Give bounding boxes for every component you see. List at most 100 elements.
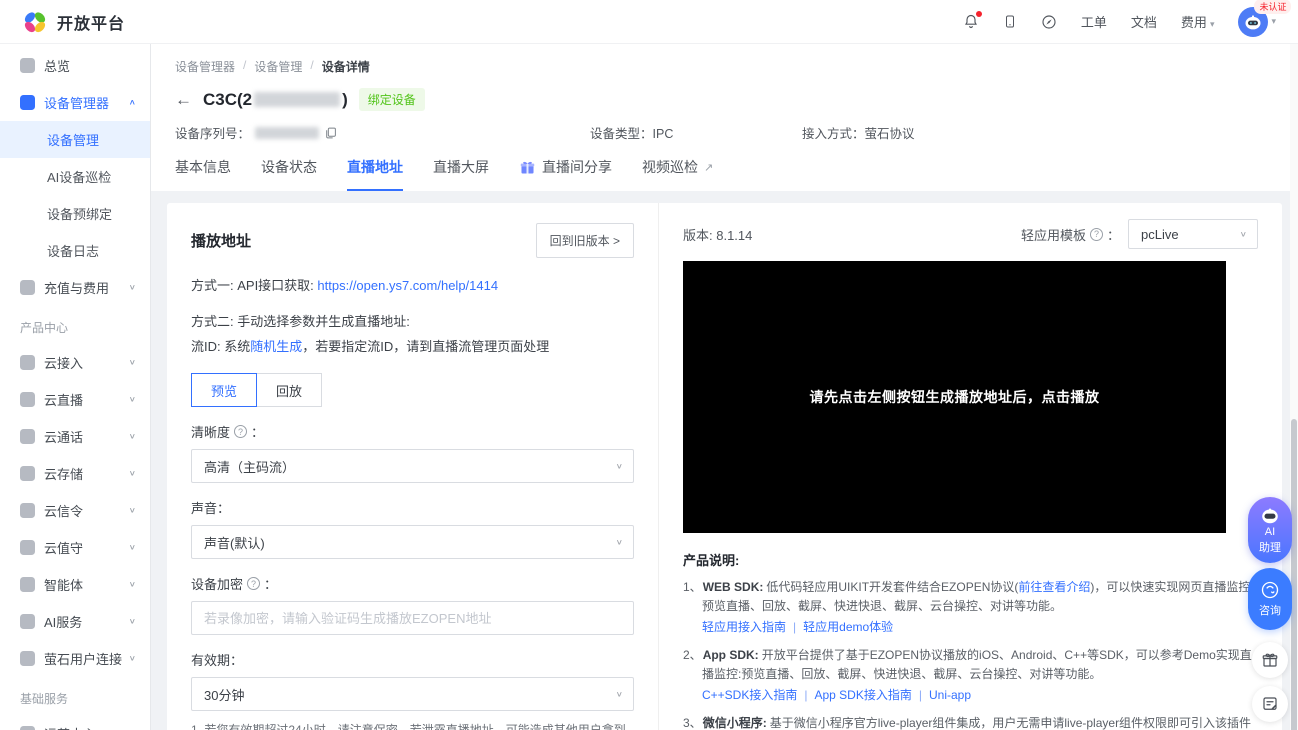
sidebar-item-ezviz-user-connect[interactable]: 萤石用户连接 ∨ <box>0 640 150 677</box>
scrollbar-thumb[interactable] <box>1291 419 1297 730</box>
tab-live-share[interactable]: 直播间分享 <box>519 157 612 191</box>
panel-title: 播放地址 <box>191 230 251 251</box>
sidebar-item-overview[interactable]: 总览 <box>0 47 150 84</box>
help-icon[interactable]: ? <box>1090 228 1103 241</box>
notification-bell-icon[interactable] <box>963 13 979 30</box>
chevron-icon: ∨ <box>129 358 136 366</box>
device-access: 接入方式：萤石协议 <box>802 123 915 142</box>
nav-docs[interactable]: 文档 <box>1131 12 1157 31</box>
back-to-old-version-button[interactable]: 回到旧版本 > <box>536 223 634 258</box>
sidebar-item-operation-center[interactable]: 运营中心 ∨ <box>0 715 150 730</box>
help-icon[interactable]: ? <box>234 425 247 438</box>
brand[interactable]: 开放平台 <box>22 9 125 35</box>
method1-line: 方式一: API接口获取: https://open.ys7.com/help/… <box>191 275 634 294</box>
preview-tab[interactable]: 预览 <box>191 373 257 407</box>
sidebar-item-label: 云存储 <box>44 464 129 483</box>
template-select[interactable]: pcLive ∨ <box>1128 219 1258 249</box>
content-card: 播放地址 回到旧版本 > 方式一: API接口获取: https://open.… <box>167 203 1282 730</box>
gift-button[interactable] <box>1252 642 1288 678</box>
sidebar-item-label: 充值与费用 <box>44 278 129 297</box>
consult-button[interactable]: 咨询 <box>1248 568 1292 630</box>
app-root: 开放平台 工单 文档 费用▾ 未认证 ▾ <box>0 0 1298 730</box>
quality-select[interactable]: 高清（主码流） ∨ <box>191 449 634 483</box>
random-generate-link[interactable]: 随机生成 <box>250 339 302 354</box>
cloud-access-icon <box>20 355 35 370</box>
sidebar-item-label: AI服务 <box>44 612 129 631</box>
intro-link[interactable]: 前往查看介绍 <box>1018 580 1090 594</box>
sidebar-item-device-prebind[interactable]: 设备预绑定 <box>0 195 150 232</box>
tab-basic-info[interactable]: 基本信息 <box>175 157 231 191</box>
notification-dot <box>976 11 982 17</box>
sidebar-item-device-log[interactable]: 设备日志 <box>0 232 150 269</box>
sidebar-item-billing[interactable]: 充值与费用 ∨ <box>0 269 150 306</box>
tab-live-screen[interactable]: 直播大屏 <box>433 157 489 191</box>
sidebar-item-label: 智能体 <box>44 575 129 594</box>
api-help-link[interactable]: https://open.ys7.com/help/1414 <box>317 278 498 293</box>
headset-icon <box>1260 580 1280 600</box>
play-address-panel: 播放地址 回到旧版本 > 方式一: API接口获取: https://open.… <box>167 203 659 730</box>
nav-billing[interactable]: 费用▾ <box>1181 12 1215 31</box>
sidebar-item-cloud-access[interactable]: 云接入 ∨ <box>0 344 150 381</box>
chevron-icon: ∨ <box>129 395 136 403</box>
validity-notes: 1. 若您有效期超过24小时，请注意保密。若泄露直播地址，可能造成其他用户拿到直… <box>191 721 634 730</box>
sidebar-item-cloud-live[interactable]: 云直播 ∨ <box>0 381 150 418</box>
bind-status-badge: 绑定设备 <box>359 88 425 111</box>
top-header: 开放平台 工单 文档 费用▾ 未认证 ▾ <box>0 0 1298 44</box>
main-content: 设备管理器 / 设备管理 / 设备详情 ← C3C(2 ) 绑定设备 设备序列号… <box>151 44 1298 730</box>
compass-icon[interactable] <box>1041 14 1057 30</box>
doc-link[interactable]: 轻应用demo体验 <box>803 620 893 634</box>
encrypt-label: 设备加密 ? ： <box>191 574 634 593</box>
playback-tab[interactable]: 回放 <box>256 373 322 407</box>
preview-playback-toggle: 预览 回放 <box>191 373 634 407</box>
ezviz-connect-icon <box>20 651 35 666</box>
header-right: 工单 文档 费用▾ 未认证 ▾ <box>963 7 1276 37</box>
validity-select[interactable]: 30分钟 ∨ <box>191 677 634 711</box>
sidebar-item-label: 云值守 <box>44 538 129 557</box>
device-info-row: 设备序列号： 设备类型：IPC 接入方式：萤石协议 <box>175 123 1274 142</box>
breadcrumb-device-management[interactable]: 设备管理 <box>254 58 302 75</box>
sidebar-item-device-manager[interactable]: 设备管理器 ∧ <box>0 84 150 121</box>
quality-label: 清晰度 ? ： <box>191 422 634 441</box>
user-avatar[interactable]: 未认证 ▾ <box>1238 7 1276 37</box>
sidebar-item-ai-device-inspection[interactable]: AI设备巡检 <box>0 158 150 195</box>
doc-link[interactable]: C++SDK接入指南 <box>702 688 797 702</box>
mobile-icon[interactable] <box>1003 13 1017 30</box>
sidebar-item-label: 设备管理器 <box>44 93 129 112</box>
doc-link[interactable]: 轻应用接入指南 <box>702 620 786 634</box>
cloud-live-icon <box>20 392 35 407</box>
sidebar-item-label: 基础服务 <box>20 690 136 707</box>
sidebar-item-agent[interactable]: 智能体 ∨ <box>0 566 150 603</box>
sidebar-item-ai-service[interactable]: AI服务 ∨ <box>0 603 150 640</box>
device-type: 设备类型：IPC <box>590 123 802 142</box>
sidebar-item-cloud-storage[interactable]: 云存储 ∨ <box>0 455 150 492</box>
copy-icon[interactable] <box>324 126 337 140</box>
chevron-icon: ∨ <box>129 580 136 588</box>
tab-video-inspection[interactable]: 视频巡检 ↗ <box>642 157 713 191</box>
sidebar-item-cloud-signal[interactable]: 云信令 ∨ <box>0 492 150 529</box>
back-arrow-icon[interactable]: ← <box>175 90 192 110</box>
blurred-serial <box>255 127 319 139</box>
chevron-down-icon: ∨ <box>616 538 623 546</box>
ai-assistant-button[interactable]: AI 助理 <box>1248 497 1292 563</box>
help-icon[interactable]: ? <box>247 577 260 590</box>
scrollbar-track[interactable] <box>1290 44 1298 730</box>
feedback-button[interactable] <box>1252 686 1288 722</box>
tab-bar: 基本信息 设备状态 直播地址 直播大屏 直播间分享 视频巡检 ↗ <box>175 157 1274 191</box>
stream-id-line: 流ID: 系统随机生成，若要指定流ID，请到直播流管理页面处理 <box>191 336 634 355</box>
blurred-serial <box>254 92 340 107</box>
tab-live-address[interactable]: 直播地址 <box>347 157 403 191</box>
tab-device-status[interactable]: 设备状态 <box>261 157 317 191</box>
sound-select[interactable]: 声音(默认) ∨ <box>191 525 634 559</box>
sidebar-item-device-management[interactable]: 设备管理 <box>0 121 150 158</box>
sidebar-item-cloud-guard[interactable]: 云值守 ∨ <box>0 529 150 566</box>
sidebar-item-cloud-call[interactable]: 云通话 ∨ <box>0 418 150 455</box>
cloud-storage-icon <box>20 466 35 481</box>
method2-line: 方式二: 手动选择参数并生成直播地址: <box>191 311 634 330</box>
doc-link[interactable]: App SDK接入指南 <box>814 688 911 702</box>
encrypt-code-input[interactable] <box>191 601 634 635</box>
video-player[interactable]: 请先点击左侧按钮生成播放地址后，点击播放 <box>683 261 1226 533</box>
page-head: 设备管理器 / 设备管理 / 设备详情 ← C3C(2 ) 绑定设备 设备序列号… <box>151 44 1298 191</box>
nav-ticket[interactable]: 工单 <box>1081 12 1107 31</box>
breadcrumb-device-manager[interactable]: 设备管理器 <box>175 58 235 75</box>
doc-link[interactable]: Uni-app <box>929 688 971 702</box>
